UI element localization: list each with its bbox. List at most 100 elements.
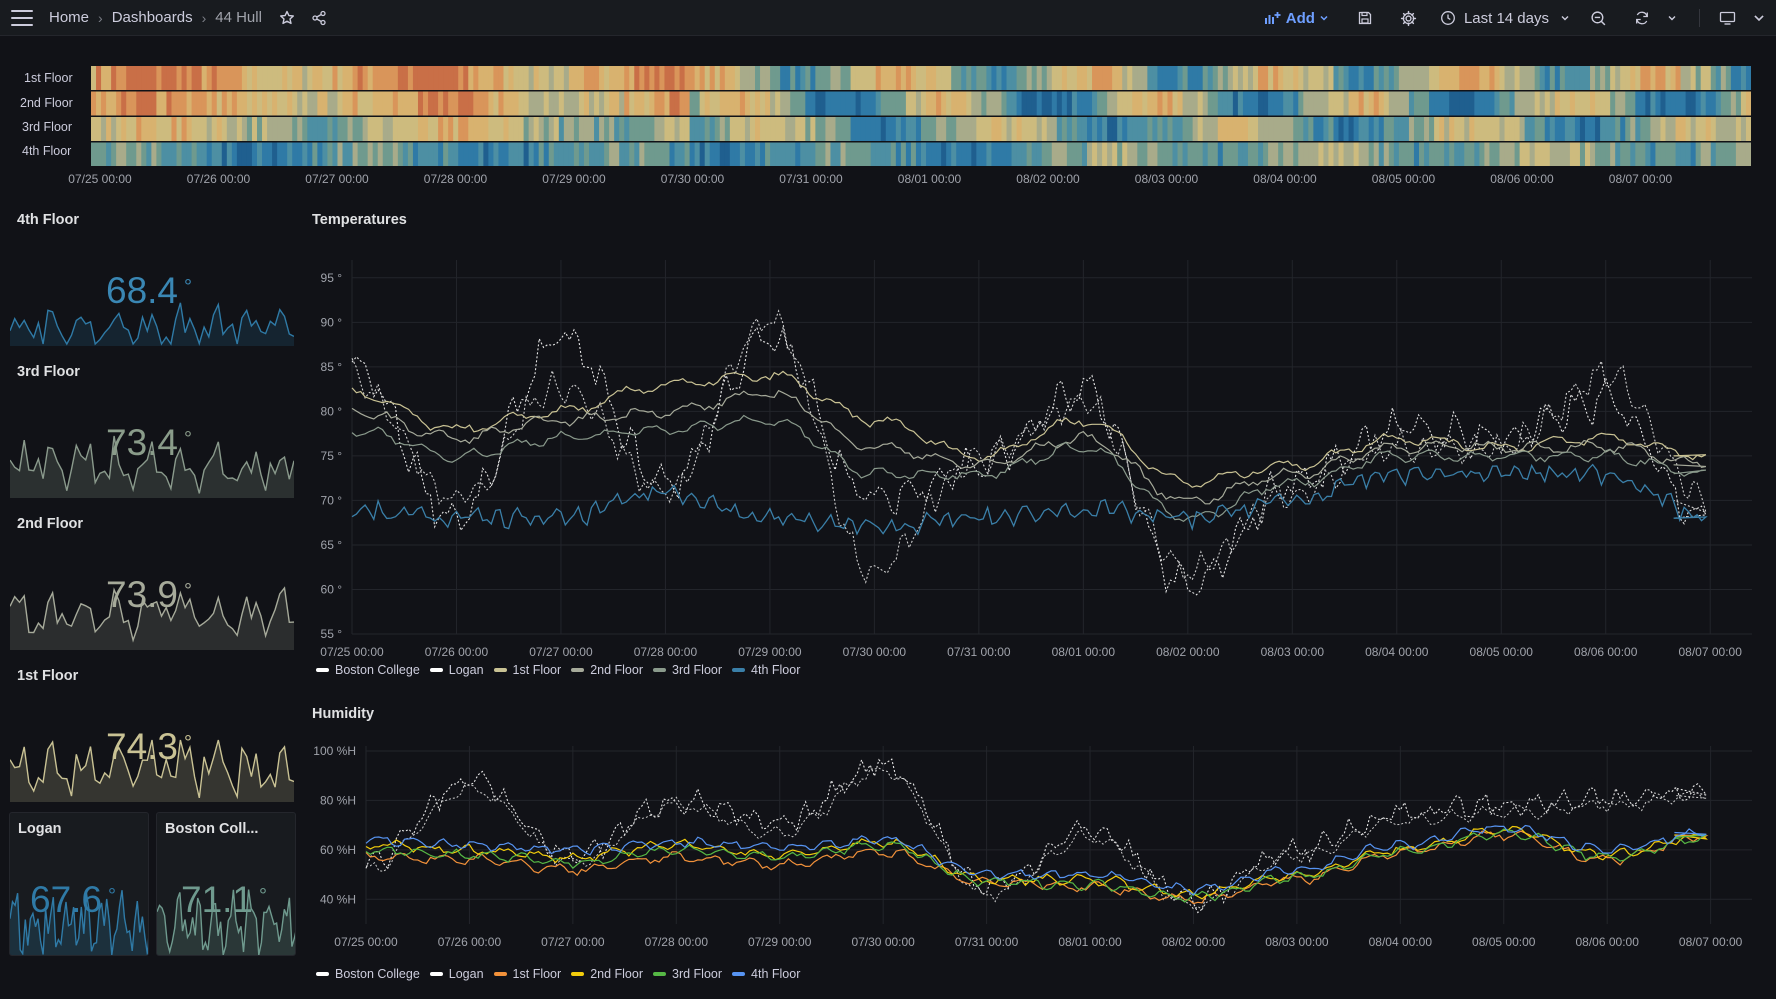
heatmap-cell (770, 66, 776, 90)
heatmap-cell (865, 142, 872, 166)
heatmap-cell (1313, 117, 1319, 141)
heatmap-cell (1590, 142, 1596, 166)
heatmap-cell (1645, 142, 1651, 166)
heatmap-cell (951, 91, 957, 116)
legend-item[interactable]: 4th Floor (732, 967, 800, 981)
heatmap-cell (1242, 91, 1249, 116)
legend-item[interactable]: Logan (429, 967, 484, 981)
heatmap-cell (543, 91, 550, 116)
legend-item[interactable]: 4th Floor (732, 663, 800, 677)
heatmap-cell (946, 66, 952, 90)
tv-mode-icon[interactable] (1714, 5, 1740, 31)
heatmap-cell (181, 117, 188, 141)
view-mode-dropdown[interactable] (1746, 5, 1772, 31)
heatmap-cell (1413, 66, 1420, 90)
refresh-interval-dropdown[interactable] (1659, 5, 1685, 31)
heatmap-cell (342, 142, 349, 166)
heatmap-cell (1051, 66, 1058, 90)
heatmap-cell (101, 117, 107, 141)
heatmap-cell (1640, 66, 1646, 90)
heatmap-cell (1263, 66, 1269, 90)
heatmap-cell (231, 91, 238, 116)
degree-unit: ° (184, 732, 193, 754)
heatmap-cell (1424, 91, 1430, 116)
heatmap-cell (1112, 142, 1118, 166)
humidity-chart[interactable]: 100 %H 80 %H 60 %H 40 %H 07/25 00:00 07/26 00… (300, 740, 1760, 962)
heatmap-cell (513, 117, 520, 141)
legend-item[interactable]: 3rd Floor (653, 967, 722, 981)
legend-label: Logan (448, 663, 484, 677)
x-tick-label: 08/04 00:00 (1365, 645, 1429, 659)
heatmap-cell (453, 91, 459, 116)
legend-item[interactable]: Boston College (316, 663, 420, 677)
heatmap-cell (1192, 66, 1199, 90)
stat-panel-boston-college: Boston Coll... 71.1 ° (156, 812, 296, 956)
chevron-down-icon (1561, 16, 1569, 21)
save-icon[interactable] (1352, 5, 1378, 31)
heatmap-cell (1066, 66, 1073, 90)
temperatures-chart[interactable]: 95 ° 90 ° 85 ° 80 ° 75 ° 70 ° 65 ° 60 ° 55 ° 07/2… (300, 240, 1760, 660)
heatmap-cell (810, 91, 816, 116)
heatmap-cell (1464, 117, 1470, 141)
heatmap-cell (755, 117, 761, 141)
heatmap-cell (402, 117, 409, 141)
heatmap-cell (1605, 91, 1611, 116)
legend-item[interactable]: 1st Floor (493, 663, 561, 677)
heatmap-cell (614, 66, 620, 90)
legend-item[interactable]: 2nd Floor (571, 967, 643, 981)
heatmap-cell (1081, 142, 1088, 166)
share-icon[interactable] (306, 5, 332, 31)
breadcrumb-home[interactable]: Home (49, 9, 89, 26)
heatmap-cell (126, 66, 132, 90)
heatmap-cell (1036, 142, 1043, 166)
zoom-out-icon[interactable] (1585, 5, 1611, 31)
legend-item[interactable]: 3rd Floor (653, 663, 722, 677)
heatmap-cell (146, 66, 152, 90)
heatmap-cell (1076, 91, 1083, 116)
heatmap-cell (392, 142, 399, 166)
gear-icon[interactable] (1396, 5, 1422, 31)
legend-item[interactable]: Boston College (316, 967, 420, 981)
heatmap-cell (126, 91, 132, 116)
heatmap-cell (850, 91, 857, 116)
heatmap-cell (1675, 142, 1682, 166)
heatmap-cell (191, 142, 198, 166)
heatmap-cell (1670, 91, 1677, 116)
heatmap-cell (1393, 66, 1400, 90)
heatmap-cell (659, 142, 666, 166)
legend-item[interactable]: 2nd Floor (571, 663, 643, 677)
heatmap-cell (1499, 142, 1506, 166)
legend-item[interactable]: Logan (429, 663, 484, 677)
heatmap-cell (830, 66, 837, 90)
heatmap-cell (272, 91, 278, 116)
heatmap-cell (1187, 117, 1194, 141)
heatmap-cell (1283, 142, 1289, 166)
menu-icon[interactable] (11, 9, 33, 26)
heatmap-x-tick: 07/30 00:00 (661, 172, 725, 186)
heatmap-chart[interactable] (91, 66, 1751, 166)
heatmap-cell (1680, 117, 1687, 141)
heatmap-cell (151, 117, 157, 141)
heatmap-cell (956, 142, 962, 166)
add-button[interactable]: Add (1264, 10, 1330, 27)
heatmap-cell (1559, 66, 1566, 90)
heatmap-cell (729, 117, 736, 141)
heatmap-cell (800, 91, 806, 116)
refresh-icon[interactable] (1629, 5, 1655, 31)
heatmap-cell (241, 66, 248, 90)
legend-item[interactable]: 1st Floor (493, 967, 561, 981)
heatmap-cell (885, 66, 892, 90)
heatmap-cell (1006, 66, 1013, 90)
heatmap-cell (397, 117, 404, 141)
heatmap-cell (1137, 142, 1143, 166)
star-icon[interactable] (274, 5, 300, 31)
heatmap-cell (1353, 91, 1360, 116)
x-tick-label: 07/29 00:00 (748, 935, 812, 949)
breadcrumb-dashboards[interactable]: Dashboards (112, 9, 193, 26)
heatmap-cell (1328, 117, 1335, 141)
time-range-picker[interactable]: Last 14 days (1440, 10, 1571, 27)
heatmap-cell (1021, 91, 1028, 116)
heatmap-cell (845, 91, 852, 116)
heatmap-cell (1137, 91, 1143, 116)
heatmap-cell (1081, 91, 1088, 116)
